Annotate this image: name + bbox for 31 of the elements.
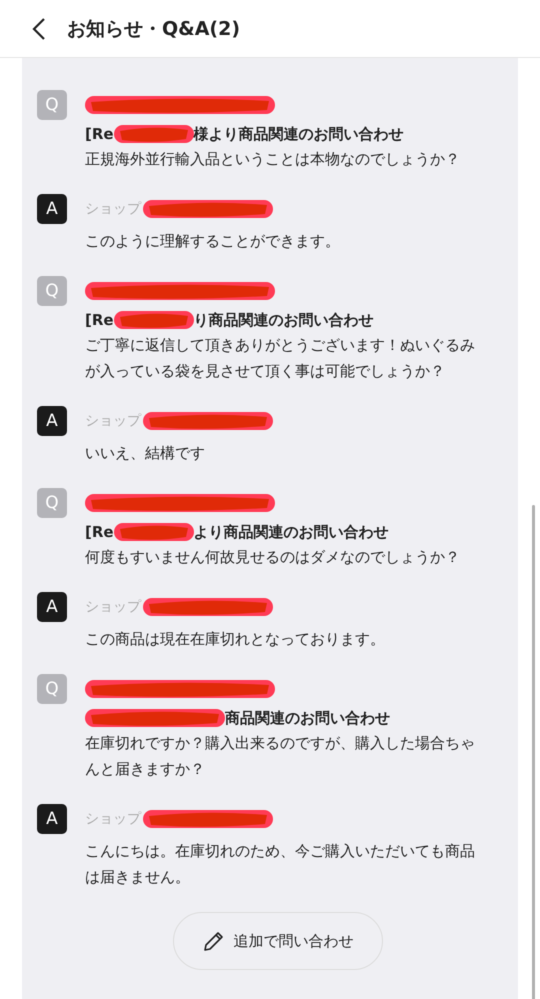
sender-label: ショップ — [85, 598, 141, 616]
question-badge: Q — [37, 488, 67, 518]
question-badge: Q — [37, 276, 67, 306]
answer-badge: A — [37, 406, 67, 436]
subject-text: り商品関連のお問い合わせ — [194, 310, 374, 331]
question-text: ご丁寧に返信して頂きありがとうございます！ぬいぐるみが入っている袋を見させて頂く事は可能でしょうか？ — [85, 335, 476, 382]
question-badge: Q — [37, 90, 67, 120]
follow-up-button[interactable]: 追加で問い合わせ — [172, 912, 382, 970]
answer-badge: A — [37, 194, 67, 224]
subject-text: [Re — [85, 124, 114, 145]
page-title: お知らせ・Q&A(2) — [67, 16, 240, 42]
question-text: 正規海外並行輸入品ということは本物なのでしょうか？ — [85, 149, 461, 170]
subject-text: 様より商品関連のお問い合わせ — [194, 124, 404, 145]
subject-text: [Re — [85, 522, 114, 543]
subject-text: 商品関連のお問い合わせ — [225, 708, 390, 729]
back-icon[interactable] — [32, 16, 46, 40]
question-text: 在庫切れですか？購入出来るのですが、購入した場合ちゃんと届きますか？ — [85, 733, 476, 780]
subject-text: [Re — [85, 310, 114, 331]
question-text: 何度もすいません何故見せるのはダメなのでしょうか？ — [85, 547, 461, 568]
sender-label: ショップ — [85, 810, 141, 828]
pencil-icon — [202, 929, 226, 953]
sender-label: ショップ — [85, 200, 141, 218]
answer-text: こんにちは。在庫切れのため、今ご購入いただいても商品は届きません。 — [85, 841, 476, 888]
sender-label: ショップ — [85, 412, 141, 430]
answer-badge: A — [37, 804, 67, 834]
subject-text: より商品関連のお問い合わせ — [194, 522, 389, 543]
answer-text: このように理解することができます。 — [85, 231, 341, 252]
answer-badge: A — [37, 592, 67, 622]
answer-text: いいえ、結構です — [85, 443, 206, 464]
question-badge: Q — [37, 674, 67, 704]
answer-text: この商品は現在在庫切れとなっております。 — [85, 629, 386, 650]
